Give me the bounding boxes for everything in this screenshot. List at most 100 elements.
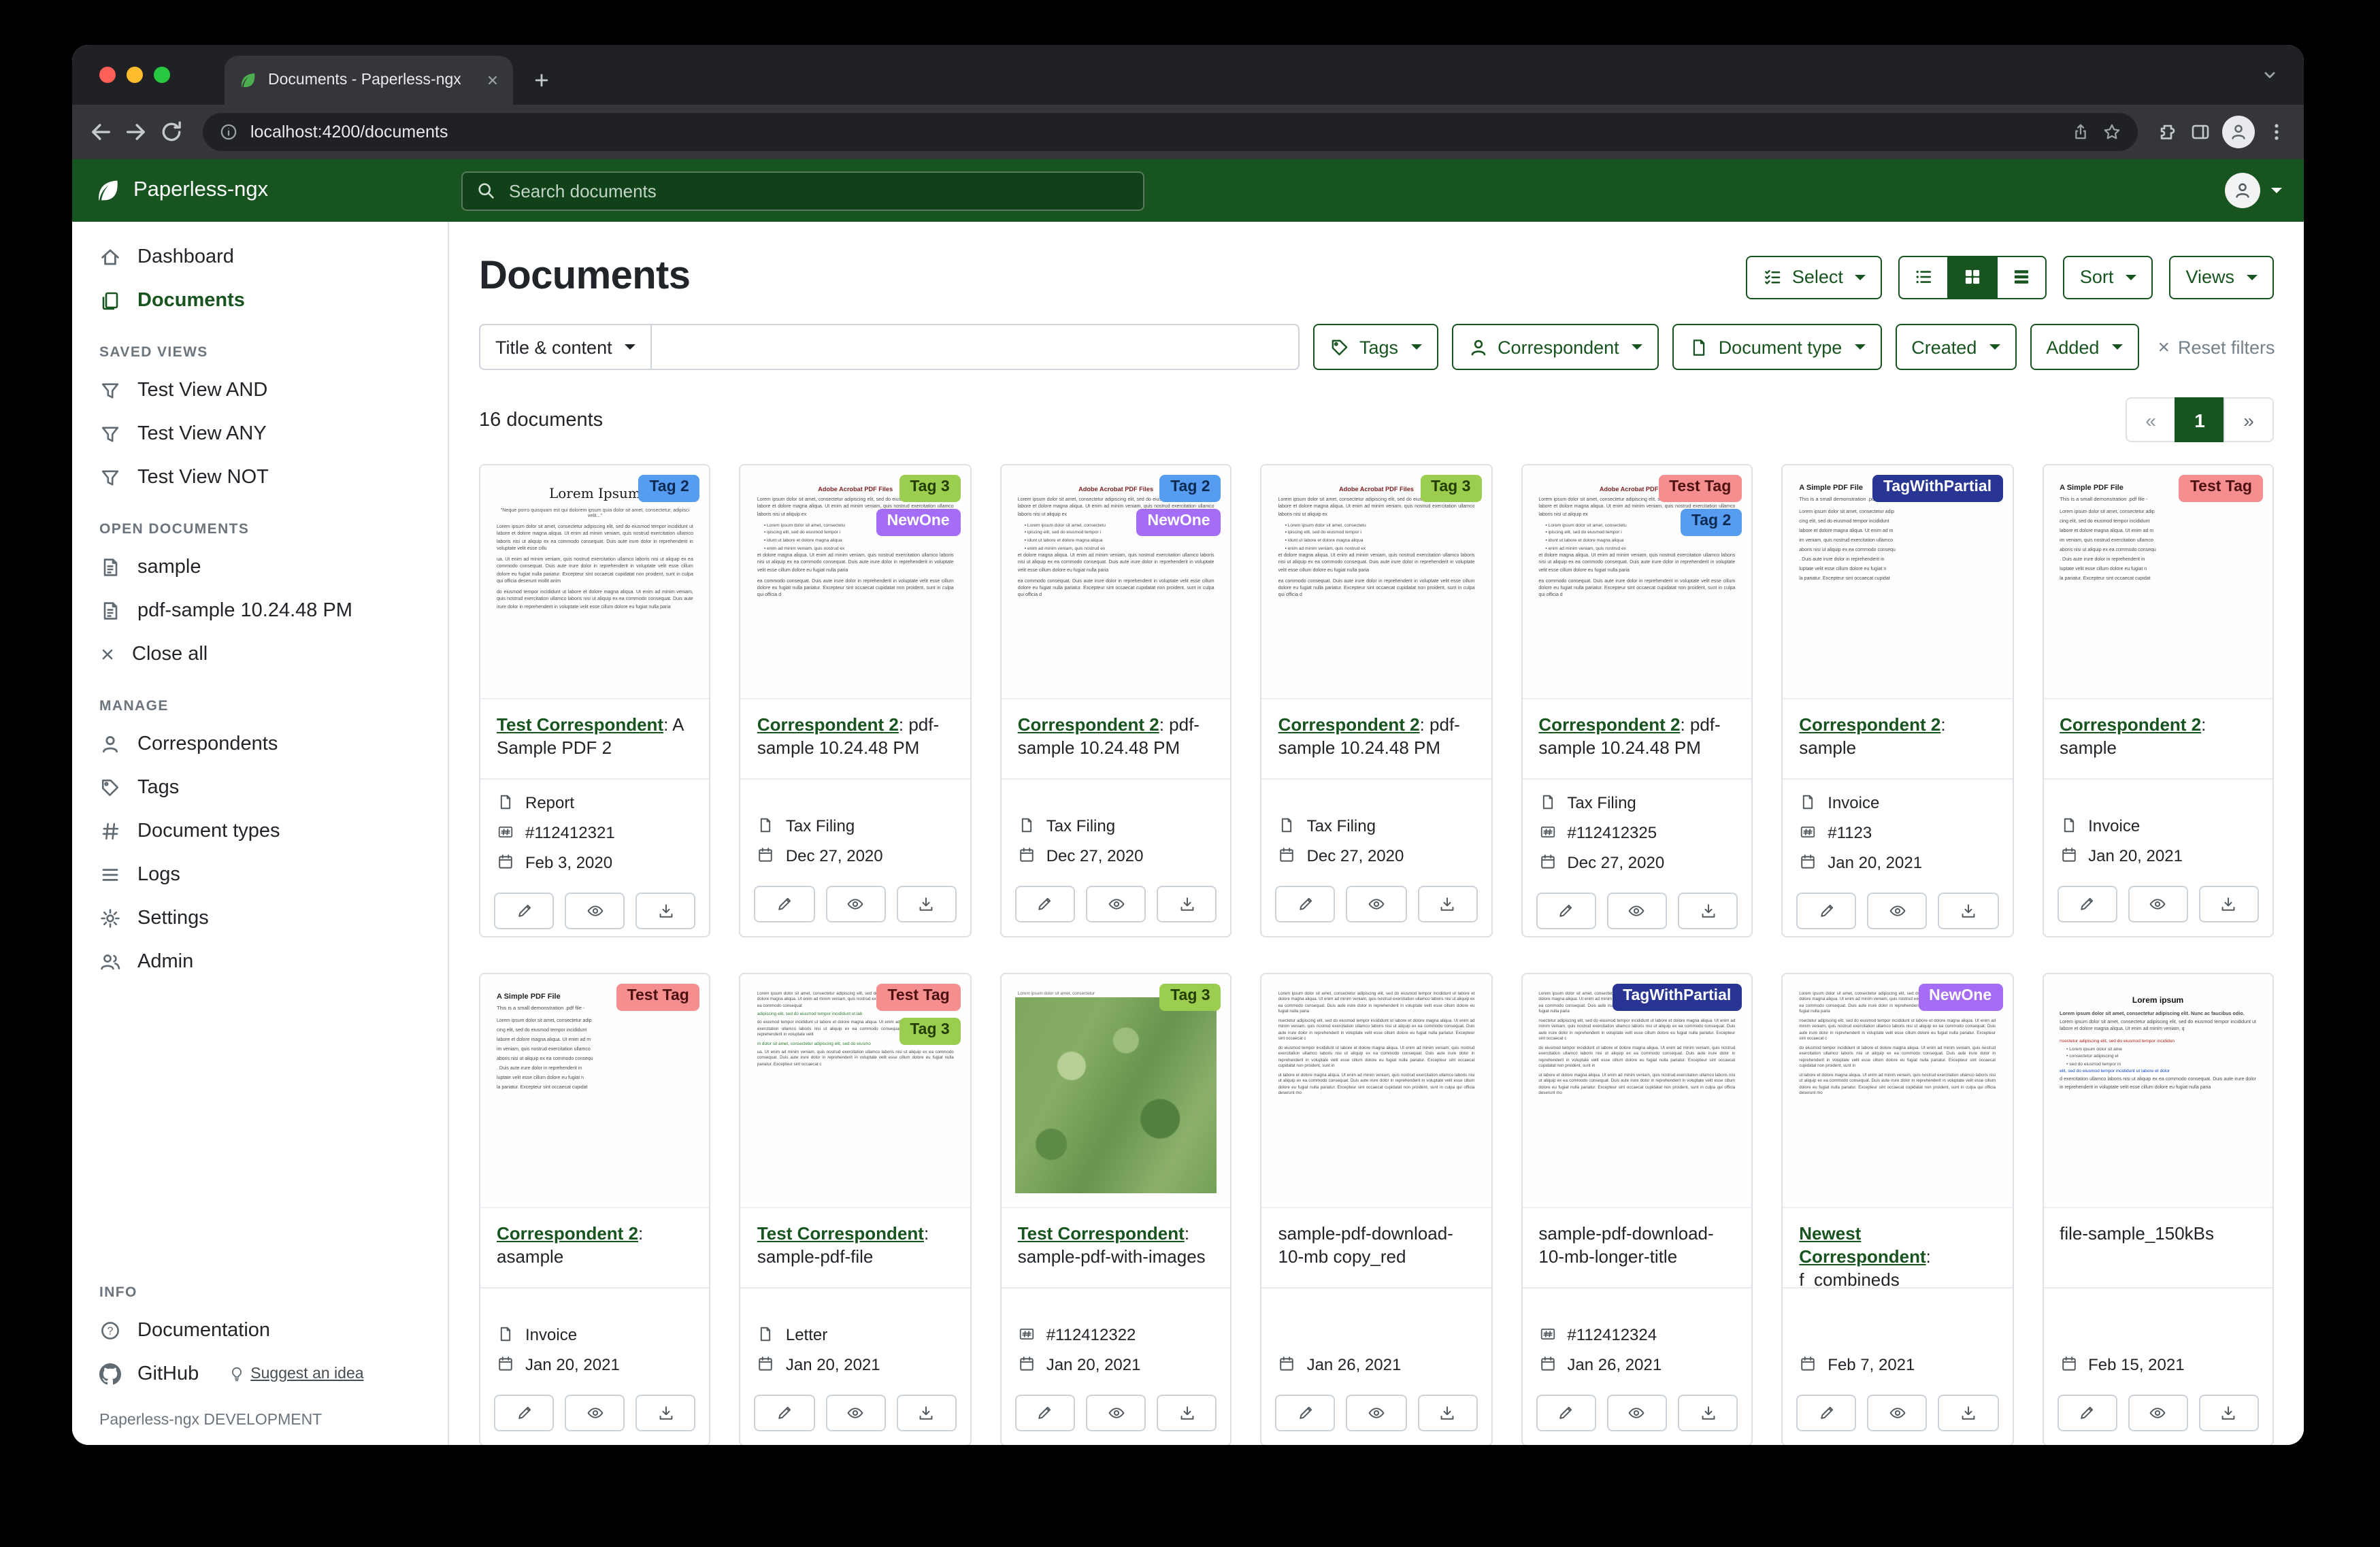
correspondent-link[interactable]: Correspondent 2	[1538, 714, 1680, 735]
share-icon[interactable]	[2071, 122, 2090, 142]
search-input[interactable]	[506, 179, 1129, 202]
edit-document-button[interactable]	[1536, 1395, 1596, 1431]
correspondent-link[interactable]: Test Correspondent	[1018, 1223, 1185, 1244]
edit-document-button[interactable]	[2057, 1395, 2117, 1431]
sidebar-item-open-doc-pdf-sample[interactable]: pdf-sample 10.24.48 PM	[72, 589, 448, 633]
app-logo[interactable]: Paperless-ngx	[94, 177, 431, 204]
global-search[interactable]	[461, 171, 1144, 210]
document-card[interactable]: Lorem ipsum dolor sit amet, consectetur …	[1261, 973, 1493, 1445]
download-document-button[interactable]	[636, 893, 696, 929]
view-document-button[interactable]	[1868, 1395, 1928, 1431]
sidebar-item-close-all[interactable]: Close all	[72, 633, 448, 676]
view-document-button[interactable]	[825, 886, 885, 922]
browser-menu-icon[interactable]	[2266, 121, 2287, 143]
document-preview-thumbnail[interactable]: Lorem Ipsum"Neque porro quisquam est qui…	[480, 465, 710, 699]
edit-document-button[interactable]	[1276, 1395, 1336, 1431]
document-card[interactable]: Lorem ipsum dolor sit amet, consectetur …	[1521, 973, 1753, 1445]
download-document-button[interactable]	[636, 1395, 696, 1431]
view-document-button[interactable]	[565, 893, 625, 929]
tag-badge[interactable]: Test Tag	[616, 984, 700, 1011]
document-card[interactable]: Adobe Acrobat PDF FilesLorem ipsum dolor…	[1521, 464, 1753, 937]
tag-badge[interactable]: Tag 3	[899, 1018, 960, 1045]
document-preview-thumbnail[interactable]: A Simple PDF FileThis is a small demonst…	[480, 974, 710, 1208]
sidebar-item-test-view-and[interactable]: Test View AND	[72, 369, 448, 412]
correspondent-link[interactable]: Newest Correspondent	[1799, 1223, 1926, 1267]
document-preview-thumbnail[interactable]: Lorem ipsumLorem ipsum dolor sit amet, c…	[2043, 974, 2272, 1208]
browser-tab[interactable]: Documents - Paperless-ngx	[225, 56, 513, 105]
edit-document-button[interactable]	[1536, 893, 1596, 929]
edit-document-button[interactable]	[1796, 1395, 1856, 1431]
sidebar-item-admin[interactable]: Admin	[72, 940, 448, 984]
sidebar-item-settings[interactable]: Settings	[72, 897, 448, 940]
reload-button[interactable]	[159, 120, 184, 144]
sidebar-item-documentation[interactable]: Documentation	[72, 1309, 448, 1352]
sidebar-item-test-view-any[interactable]: Test View ANY	[72, 412, 448, 456]
document-preview-thumbnail[interactable]: Adobe Acrobat PDF FilesLorem ipsum dolor…	[1522, 465, 1751, 699]
maximize-window-button[interactable]	[154, 67, 170, 83]
view-document-button[interactable]	[1086, 886, 1146, 922]
edit-document-button[interactable]	[1796, 893, 1856, 929]
edit-document-button[interactable]	[755, 886, 814, 922]
document-preview-thumbnail[interactable]: Lorem ipsum dolor sit amet, consectetur …	[1783, 974, 2012, 1208]
edit-document-button[interactable]	[755, 1395, 814, 1431]
view-document-button[interactable]	[565, 1395, 625, 1431]
current-page-button[interactable]: 1	[2175, 397, 2225, 442]
browser-profile-avatar[interactable]	[2222, 116, 2255, 148]
tag-badge[interactable]: Tag 3	[899, 475, 960, 502]
correspondent-link[interactable]: Correspondent 2	[757, 714, 899, 735]
extensions-puzzle-icon[interactable]	[2157, 121, 2179, 143]
document-preview-thumbnail[interactable]: Lorem ipsum dolor sit amet, consectetur …	[1522, 974, 1751, 1208]
correspondent-link[interactable]: Correspondent 2	[1278, 714, 1420, 735]
tag-badge[interactable]: Test Tag	[2179, 475, 2263, 502]
sidebar-item-documents[interactable]: Documents	[72, 279, 448, 322]
sidebar-item-open-doc-sample[interactable]: sample	[72, 546, 448, 589]
document-card[interactable]: Lorem ipsum dolor sit amet, consectetur …	[1781, 973, 2013, 1445]
view-document-button[interactable]	[1346, 886, 1406, 922]
edit-document-button[interactable]	[1015, 886, 1075, 922]
document-card[interactable]: Adobe Acrobat PDF FilesLorem ipsum dolor…	[1000, 464, 1232, 937]
tag-badge[interactable]: Tag 2	[1681, 509, 1742, 536]
views-button[interactable]: Views	[2169, 255, 2274, 299]
document-preview-thumbnail[interactable]: A Simple PDF FileThis is a small demonst…	[2043, 465, 2272, 699]
edit-document-button[interactable]	[1276, 886, 1336, 922]
minimize-window-button[interactable]	[127, 67, 143, 83]
back-button[interactable]	[88, 120, 113, 144]
download-document-button[interactable]	[1417, 1395, 1477, 1431]
correspondent-link[interactable]: Correspondent 2	[1018, 714, 1159, 735]
view-document-button[interactable]	[1086, 1395, 1146, 1431]
tab-close-icon[interactable]	[486, 73, 499, 87]
document-card[interactable]: A Simple PDF FileThis is a small demonst…	[479, 973, 711, 1445]
document-type-filter-button[interactable]: Document type	[1672, 324, 1882, 370]
document-card[interactable]: Adobe Acrobat PDF FilesLorem ipsum dolor…	[740, 464, 972, 937]
view-document-button[interactable]	[2128, 1395, 2187, 1431]
user-menu[interactable]	[2225, 173, 2282, 208]
tag-badge[interactable]: TagWithPartial	[1872, 475, 2002, 502]
correspondent-filter-button[interactable]: Correspondent	[1451, 324, 1659, 370]
view-document-button[interactable]	[1868, 893, 1928, 929]
document-preview-thumbnail[interactable]: Lorem ipsum dolor sit amet, consectetur …	[1262, 974, 1491, 1208]
download-document-button[interactable]	[2199, 886, 2259, 922]
tag-badge[interactable]: Tag 2	[638, 475, 699, 502]
view-document-button[interactable]	[825, 1395, 885, 1431]
document-card[interactable]: Lorem ipsum dolor sit amet, consectetur …	[740, 973, 972, 1445]
document-preview-thumbnail[interactable]: Lorem ipsum dolor sit amet, consectetur …	[741, 974, 970, 1208]
download-document-button[interactable]	[1678, 893, 1738, 929]
prev-page-button[interactable]: «	[2126, 397, 2176, 442]
document-card[interactable]: Lorem ipsumLorem ipsum dolor sit amet, c…	[2042, 973, 2274, 1445]
tag-badge[interactable]: TagWithPartial	[1612, 984, 1742, 1011]
new-tab-button[interactable]	[532, 71, 551, 90]
url-bar[interactable]: localhost:4200/documents	[203, 113, 2138, 151]
tag-badge[interactable]: NewOne	[1137, 509, 1221, 536]
view-list-button[interactable]	[1899, 255, 1949, 299]
tag-badge[interactable]: NewOne	[1918, 984, 2002, 1011]
sidebar-item-document-types[interactable]: Document types	[72, 810, 448, 853]
download-document-button[interactable]	[1417, 886, 1477, 922]
title-content-dropdown[interactable]: Title & content	[479, 324, 652, 370]
tab-list-chevron-icon[interactable]	[2260, 65, 2279, 84]
tags-filter-button[interactable]: Tags	[1313, 324, 1438, 370]
document-card[interactable]: Adobe Acrobat PDF FilesLorem ipsum dolor…	[1261, 464, 1493, 937]
tag-badge[interactable]: Tag 3	[1159, 984, 1221, 1011]
tag-badge[interactable]: Test Tag	[877, 984, 961, 1011]
view-document-button[interactable]	[1607, 893, 1667, 929]
correspondent-link[interactable]: Test Correspondent	[497, 714, 663, 735]
